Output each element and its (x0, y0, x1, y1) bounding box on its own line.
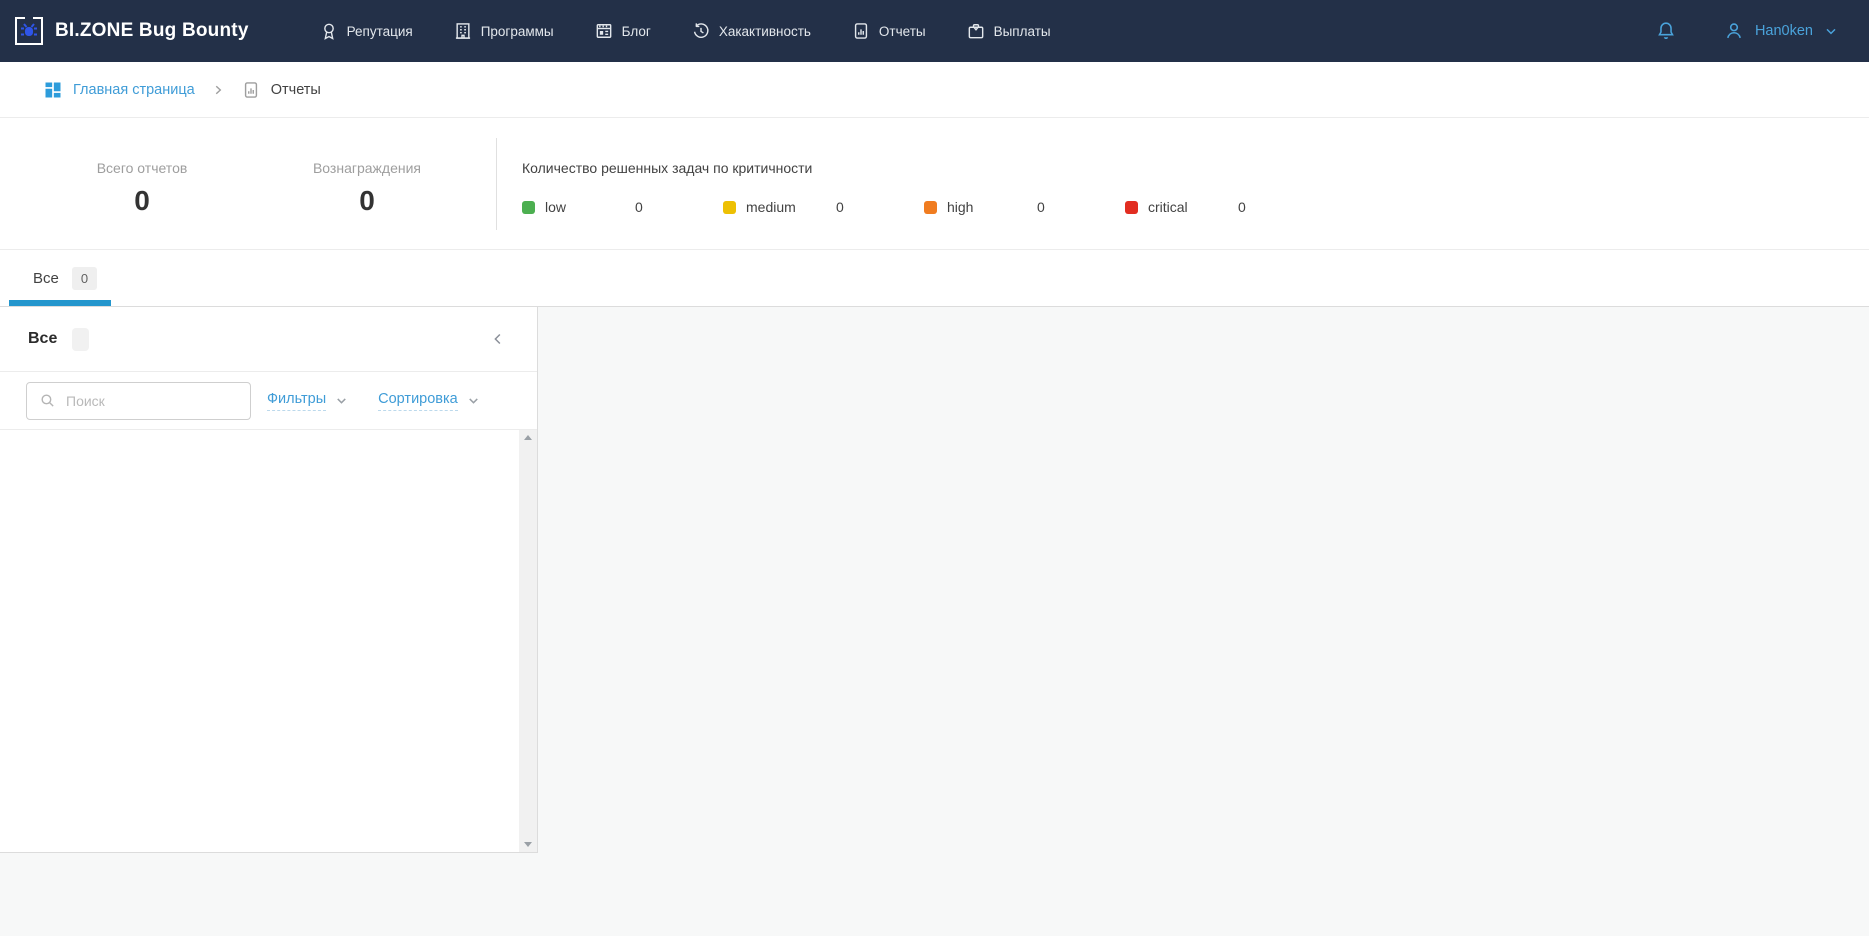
person-icon (1723, 20, 1745, 42)
reports-list (0, 430, 537, 852)
nav-item-label: Программы (481, 24, 554, 39)
panel-toolbar: Фильтры Сортировка (0, 372, 537, 430)
chevron-right-icon (211, 83, 225, 97)
blog-icon (594, 21, 614, 41)
nav-item-blog[interactable]: Блог (594, 21, 651, 41)
nav-item-label: Блог (622, 24, 651, 39)
sort-dropdown[interactable]: Сортировка (378, 391, 481, 411)
critical-swatch (1125, 201, 1138, 214)
stat-rewards: Вознаграждения 0 (272, 118, 462, 249)
search-input[interactable] (66, 393, 240, 409)
tabs-row: Все 0 (0, 250, 1869, 307)
stat-total-reports: Всего отчетов 0 (47, 118, 237, 249)
filters-dropdown[interactable]: Фильтры (267, 391, 349, 411)
severity-summary: Количество решенных задач по критичности… (497, 118, 1326, 249)
nav-item-reports[interactable]: Отчеты (851, 21, 926, 41)
user-name: Han0ken (1755, 23, 1813, 39)
filters-label: Фильтры (267, 391, 326, 411)
legend-item-medium: medium 0 (723, 199, 924, 215)
panel-count-badge (72, 328, 89, 351)
legend-label: high (947, 199, 1037, 215)
severity-legend: low 0 medium 0 high 0 critical 0 (522, 199, 1326, 215)
app-logo[interactable]: BI.ZONE Bug Bounty (13, 15, 249, 47)
tab-label: Все (33, 270, 59, 287)
active-tab-indicator (9, 300, 111, 306)
legend-item-critical: critical 0 (1125, 199, 1326, 215)
bug-logo-icon (13, 15, 45, 47)
stat-value: 0 (47, 185, 237, 217)
legend-value: 0 (1037, 199, 1045, 215)
nav-item-reputation[interactable]: Репутация (319, 21, 413, 41)
medium-swatch (723, 201, 736, 214)
reports-list-panel: Все Фильтры (0, 307, 538, 853)
breadcrumb-current: Отчеты (241, 80, 321, 100)
chevron-down-icon (466, 393, 481, 408)
low-swatch (522, 201, 535, 214)
breadcrumb: Главная страница Отчеты (0, 62, 1869, 118)
stat-label: Всего отчетов (47, 160, 237, 176)
chevron-down-icon (1823, 23, 1839, 39)
vertical-scrollbar[interactable] (519, 430, 537, 852)
award-icon (319, 21, 339, 41)
main-nav: Репутация Программы Блог (319, 21, 1051, 41)
chevron-left-icon (489, 330, 507, 348)
stat-value: 0 (272, 185, 462, 217)
dashboard-grid-icon (43, 80, 63, 100)
stats-section: Всего отчетов 0 Вознаграждения 0 Количес… (0, 118, 1869, 250)
tab-all[interactable]: Все 0 (33, 267, 97, 290)
history-icon (691, 21, 711, 41)
tab-count-badge: 0 (72, 267, 97, 290)
scroll-down-arrow-icon[interactable] (524, 842, 532, 847)
breadcrumb-home[interactable]: Главная страница (43, 80, 195, 100)
nav-item-programs[interactable]: Программы (453, 21, 554, 41)
legend-label: critical (1148, 199, 1238, 215)
user-menu[interactable]: Han0ken (1723, 20, 1839, 42)
legend-value: 0 (1238, 199, 1246, 215)
panel-header: Все (0, 307, 537, 372)
search-icon (39, 392, 56, 409)
nav-item-label: Отчеты (879, 24, 926, 39)
collapse-panel-button[interactable] (489, 330, 507, 348)
bell-icon (1655, 20, 1677, 42)
building-icon (453, 21, 473, 41)
briefcase-icon (966, 21, 986, 41)
chevron-down-icon (334, 393, 349, 408)
scroll-up-arrow-icon[interactable] (524, 435, 532, 440)
notifications-button[interactable] (1655, 20, 1677, 42)
nav-item-payouts[interactable]: Выплаты (966, 21, 1051, 41)
report-doc-icon (241, 80, 261, 100)
legend-label: low (545, 199, 635, 215)
panel-title: Все (28, 330, 57, 348)
nav-item-label: Хакактивность (719, 24, 811, 39)
legend-item-low: low 0 (522, 199, 723, 215)
severity-title: Количество решенных задач по критичности (522, 160, 1326, 176)
breadcrumb-current-label: Отчеты (271, 82, 321, 98)
legend-item-high: high 0 (924, 199, 1125, 215)
nav-item-hackactivity[interactable]: Хакактивность (691, 21, 811, 41)
stat-label: Вознаграждения (272, 160, 462, 176)
sort-label: Сортировка (378, 391, 458, 411)
app-title: BI.ZONE Bug Bounty (55, 20, 249, 42)
report-detail-placeholder (538, 307, 1869, 936)
report-chart-icon (851, 21, 871, 41)
top-navigation-bar: BI.ZONE Bug Bounty Репутация Программы (0, 0, 1869, 62)
page: BI.ZONE Bug Bounty Репутация Программы (0, 0, 1869, 936)
nav-item-label: Выплаты (994, 24, 1051, 39)
breadcrumb-home-link[interactable]: Главная страница (73, 82, 195, 98)
legend-label: medium (746, 199, 836, 215)
nav-item-label: Репутация (347, 24, 413, 39)
topbar-right: Han0ken (1655, 20, 1839, 42)
high-swatch (924, 201, 937, 214)
content-area: Все Фильтры (0, 307, 1869, 936)
search-box[interactable] (26, 382, 251, 420)
legend-value: 0 (635, 199, 643, 215)
legend-value: 0 (836, 199, 844, 215)
